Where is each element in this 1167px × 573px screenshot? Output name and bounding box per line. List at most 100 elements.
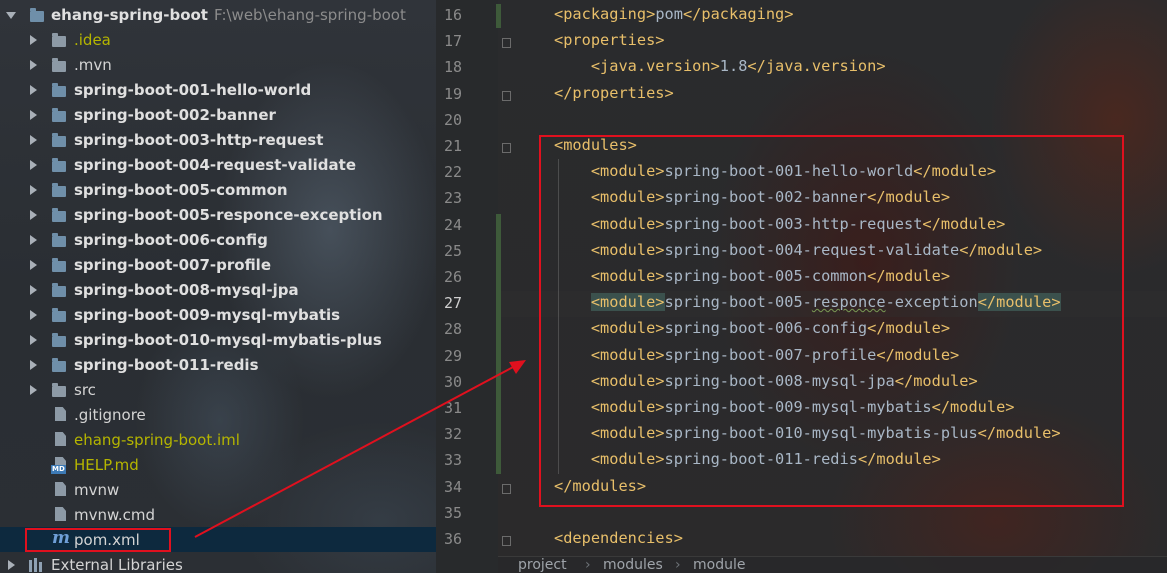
tree-item[interactable]: spring-boot-008-mysql-jpa xyxy=(0,277,436,302)
tree-item[interactable]: .gitignore xyxy=(0,402,436,427)
expand-arrow-icon[interactable] xyxy=(30,35,37,45)
module-folder-icon xyxy=(52,308,66,322)
fold-toggle-icon[interactable] xyxy=(502,90,511,101)
breadcrumb-item[interactable]: project xyxy=(518,557,567,573)
module-folder-icon xyxy=(52,83,66,97)
expand-arrow-icon[interactable] xyxy=(30,235,37,245)
fold-toggle-icon[interactable] xyxy=(502,143,511,153)
expand-arrow-icon[interactable] xyxy=(30,285,37,295)
project-folder-icon xyxy=(30,8,44,22)
code-line[interactable]: <java.version>1.8</java.version> xyxy=(554,57,886,75)
module-folder-icon xyxy=(52,258,66,272)
expand-arrow-icon[interactable] xyxy=(6,12,16,19)
tree-item[interactable]: .mvn xyxy=(0,52,436,77)
code-line[interactable]: </properties> xyxy=(554,84,674,102)
expand-arrow-icon[interactable] xyxy=(30,185,37,195)
expand-arrow-icon[interactable] xyxy=(30,310,37,320)
breadcrumb-separator-icon: › xyxy=(675,557,681,573)
tree-item[interactable]: MD HELP.md xyxy=(0,452,436,477)
line-number: 33 xyxy=(443,451,462,470)
tree-item-external-libraries[interactable]: External Libraries xyxy=(0,552,436,573)
tree-item-label: spring-boot-001-hello-world xyxy=(74,80,312,99)
fold-toggle-icon[interactable] xyxy=(502,483,511,494)
expand-arrow-icon[interactable] xyxy=(30,135,37,145)
expand-arrow-icon[interactable] xyxy=(30,210,37,220)
xml-tag: <packaging> xyxy=(554,5,656,23)
tree-item-label: mvnw.cmd xyxy=(74,505,156,524)
expand-arrow-icon[interactable] xyxy=(30,360,37,370)
expand-arrow-icon[interactable] xyxy=(30,260,37,270)
line-number: 27 xyxy=(443,294,462,313)
tree-item-label: spring-boot-011-redis xyxy=(74,355,259,374)
module-folder-icon xyxy=(52,233,66,247)
file-icon xyxy=(55,507,66,521)
code-line[interactable]: <dependencies> xyxy=(554,529,683,547)
tree-item[interactable]: spring-boot-011-redis xyxy=(0,352,436,377)
folder-icon xyxy=(52,383,66,397)
module-folder-icon xyxy=(52,208,66,222)
tree-item[interactable]: spring-boot-006-config xyxy=(0,227,436,252)
tree-root-row[interactable]: ehang-spring-boot F:\web\ehang-spring-boo… xyxy=(0,2,436,27)
line-number: 35 xyxy=(443,503,462,522)
line-number: 26 xyxy=(443,268,462,286)
tree-item-label: spring-boot-002-banner xyxy=(74,105,276,124)
expand-arrow-icon[interactable] xyxy=(30,85,37,95)
fold-toggle-icon[interactable] xyxy=(502,536,511,546)
vcs-change-marker xyxy=(496,213,501,474)
tree-item-label: spring-boot-009-mysql-mybatis xyxy=(74,305,341,324)
folder-icon xyxy=(52,33,66,47)
tree-item[interactable]: mvnw xyxy=(0,477,436,502)
tree-item[interactable]: spring-boot-007-profile xyxy=(0,252,436,277)
expand-arrow-icon[interactable] xyxy=(30,335,37,345)
tree-item-label: spring-boot-003-http-request xyxy=(74,130,324,149)
tree-item-label: .mvn xyxy=(74,55,112,74)
tree-item[interactable]: spring-boot-009-mysql-mybatis xyxy=(0,302,436,327)
tree-item-label: src xyxy=(74,380,96,399)
code-line[interactable]: <packaging>pom</packaging> xyxy=(554,5,793,23)
breadcrumb-item[interactable]: modules xyxy=(603,557,663,573)
expand-arrow-icon[interactable] xyxy=(8,560,15,570)
module-folder-icon xyxy=(52,133,66,147)
tree-item-label: spring-boot-005-responce-exception xyxy=(74,205,383,224)
tree-item[interactable]: .idea xyxy=(0,27,436,52)
expand-arrow-icon[interactable] xyxy=(30,160,37,170)
xml-tag: <java.version> xyxy=(590,57,720,76)
expand-arrow-icon[interactable] xyxy=(30,60,37,70)
expand-arrow-icon[interactable] xyxy=(30,385,37,395)
line-number-gutter: 16 17 18 19 20 21 22 23 24 25 26 27 28 29 30 31 32 33 34 35… xyxy=(436,0,498,573)
tree-item-label: HELP.md xyxy=(74,455,139,474)
project-tree-panel: ehang-spring-boot F:\web\ehang-spring-boo… xyxy=(0,0,436,573)
tree-item-label: spring-boot-006-config xyxy=(74,230,268,249)
tree-item[interactable]: src xyxy=(0,377,436,402)
breadcrumb-item[interactable]: module xyxy=(693,557,745,573)
xml-tag: </java.version> xyxy=(747,57,886,76)
line-number: 18 xyxy=(443,58,462,77)
xml-tag: <dependencies> xyxy=(554,529,683,547)
tree-item[interactable]: spring-boot-003-http-request xyxy=(0,127,436,152)
tree-item-label: spring-boot-010-mysql-mybatis-plus xyxy=(74,330,382,349)
project-path: F:\web\ehang-spring-boot xyxy=(213,5,406,24)
fold-toggle-icon[interactable] xyxy=(502,38,511,49)
line-number: 36 xyxy=(443,530,462,548)
file-icon xyxy=(55,482,66,496)
expand-arrow-icon[interactable] xyxy=(30,110,37,120)
tree-item[interactable]: spring-boot-010-mysql-mybatis-plus xyxy=(0,327,436,352)
tree-item[interactable]: spring-boot-005-common xyxy=(0,177,436,202)
line-number: 28 xyxy=(443,320,462,339)
xml-tag: </properties> xyxy=(554,83,674,102)
line-number: 19 xyxy=(443,84,462,103)
tree-item[interactable]: ehang-spring-boot.iml xyxy=(0,427,436,452)
code-line[interactable]: <properties> xyxy=(554,31,665,49)
tree-item[interactable]: spring-boot-004-request-validate xyxy=(0,152,436,177)
tree-item[interactable]: spring-boot-001-hello-world xyxy=(0,77,436,102)
tree-item[interactable]: spring-boot-005-responce-exception xyxy=(0,202,436,227)
module-file-icon xyxy=(55,432,66,446)
code-text: 1.8 xyxy=(719,57,748,76)
line-number: 34 xyxy=(443,477,462,496)
tree-item[interactable]: mvnw.cmd xyxy=(0,502,436,527)
tree-item-label: ehang-spring-boot.iml xyxy=(74,430,240,449)
pom-highlight-box xyxy=(25,528,171,552)
line-number: 32 xyxy=(443,425,462,444)
tree-item[interactable]: spring-boot-002-banner xyxy=(0,102,436,127)
code-text: pom xyxy=(655,5,683,23)
